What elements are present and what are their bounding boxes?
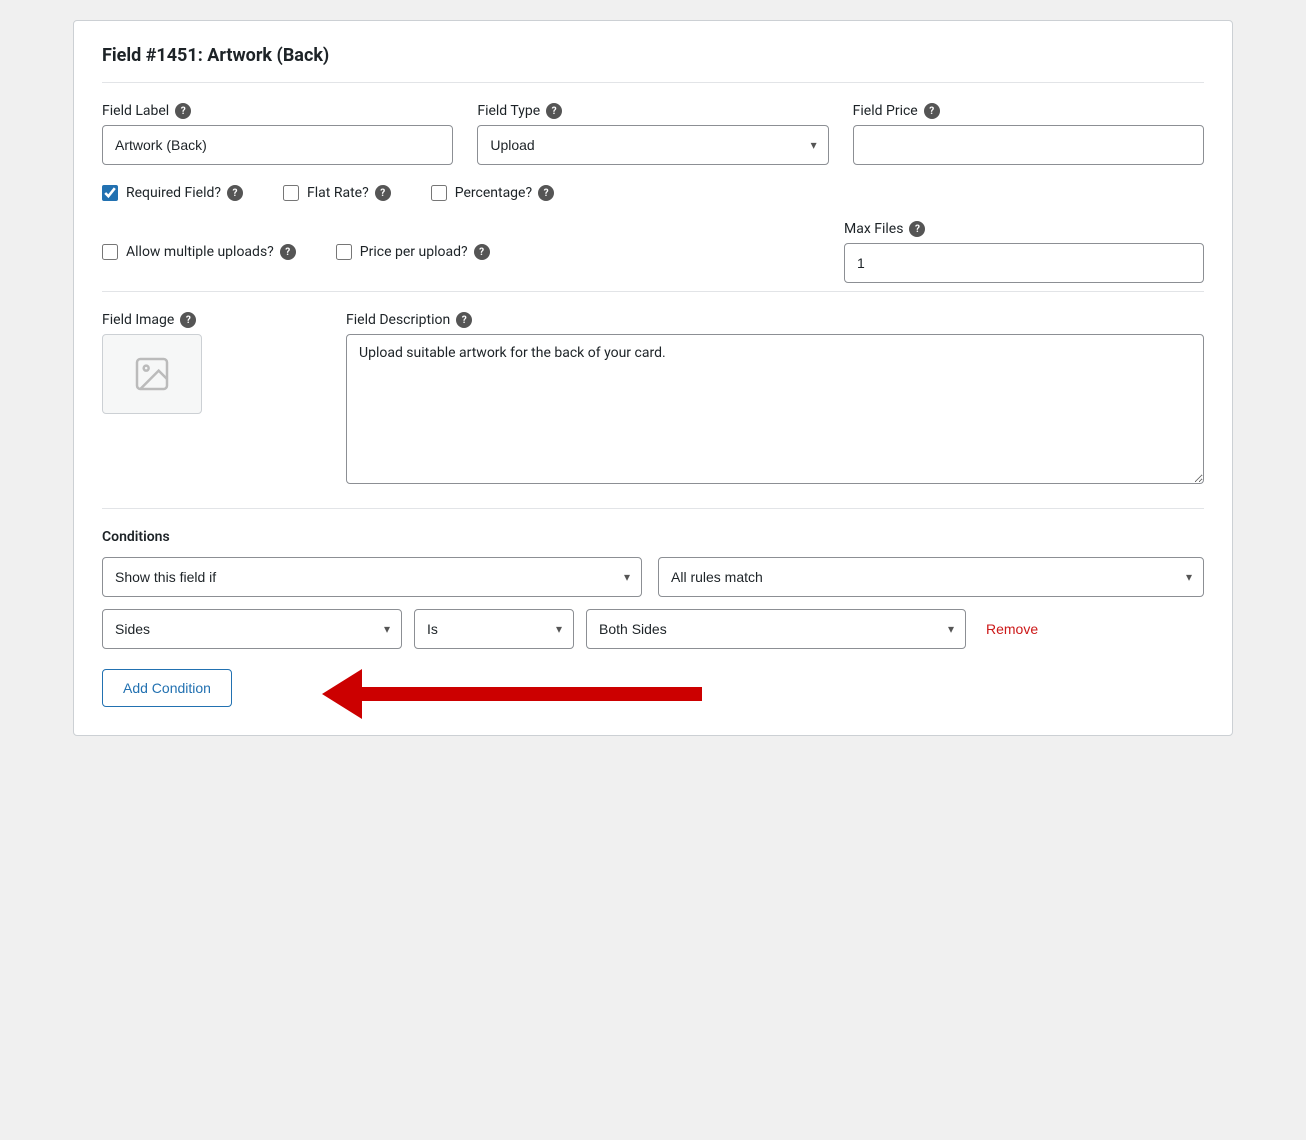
is-select[interactable]: Is Is Not <box>414 609 574 649</box>
is-select-wrapper: Is Is Not ▾ <box>414 609 574 649</box>
field-price-help-icon[interactable]: ? <box>924 103 940 119</box>
max-files-group: Max Files ? <box>844 221 1204 283</box>
price-per-upload-row: Price per upload? ? <box>336 244 490 260</box>
field-price-group: Field Price ? <box>853 103 1204 165</box>
conditions-row-1: Show this field if Hide this field if ▾ … <box>102 557 1204 597</box>
divider-1 <box>102 291 1204 292</box>
field-type-label: Field Type ? <box>477 103 828 119</box>
sides-select-wrapper: Sides Front Only Back Only Both Sides ▾ <box>102 609 402 649</box>
field-image-help-icon[interactable]: ? <box>180 312 196 328</box>
field-description-label: Field Description ? <box>346 312 1204 328</box>
all-rules-match-wrapper: All rules match Any rules match ▾ <box>658 557 1204 597</box>
flat-rate-row: Flat Rate? ? <box>283 185 391 201</box>
flat-rate-label: Flat Rate? ? <box>307 185 391 201</box>
row-checkboxes: Required Field? ? Flat Rate? ? Percentag… <box>102 185 1204 201</box>
flat-rate-checkbox[interactable] <box>283 185 299 201</box>
remove-condition-button[interactable]: Remove <box>978 621 1046 637</box>
show-field-if-wrapper: Show this field if Hide this field if ▾ <box>102 557 642 597</box>
field-price-label: Field Price ? <box>853 103 1204 119</box>
conditions-title: Conditions <box>102 529 1204 545</box>
field-label-group: Field Label ? <box>102 103 453 165</box>
add-condition-button[interactable]: Add Condition <box>102 669 232 707</box>
percentage-row: Percentage? ? <box>431 185 554 201</box>
arrow-shape <box>322 669 702 719</box>
add-condition-area: Add Condition <box>102 669 1204 707</box>
field-image-group: Field Image ? <box>102 312 322 414</box>
image-icon <box>132 354 172 394</box>
price-per-upload-checkbox[interactable] <box>336 244 352 260</box>
field-description-textarea[interactable]: Upload suitable artwork for the back of … <box>346 334 1204 484</box>
field-label-label: Field Label ? <box>102 103 453 119</box>
arrow-svg <box>322 659 702 729</box>
required-field-row: Required Field? ? <box>102 185 243 201</box>
percentage-help-icon[interactable]: ? <box>538 185 554 201</box>
field-image-label: Field Image ? <box>102 312 322 328</box>
required-field-label: Required Field? ? <box>126 185 243 201</box>
sides-select[interactable]: Sides Front Only Back Only Both Sides <box>102 609 402 649</box>
field-price-input[interactable] <box>853 125 1204 165</box>
max-files-input[interactable] <box>844 243 1204 283</box>
max-files-label: Max Files ? <box>844 221 1204 237</box>
card-title: Field #1451: Artwork (Back) <box>102 45 1204 83</box>
field-type-select[interactable]: Upload Text Textarea Select <box>477 125 828 165</box>
field-type-group: Field Type ? Upload Text Textarea Select… <box>477 103 828 165</box>
field-description-group: Field Description ? Upload suitable artw… <box>346 312 1204 484</box>
field-label-help-icon[interactable]: ? <box>175 103 191 119</box>
required-field-checkbox[interactable] <box>102 185 118 201</box>
allow-multiple-row: Allow multiple uploads? ? <box>102 244 296 260</box>
row-image-description: Field Image ? Field Description ? Upload… <box>102 312 1204 484</box>
field-type-help-icon[interactable]: ? <box>546 103 562 119</box>
allow-multiple-checkbox[interactable] <box>102 244 118 260</box>
both-sides-select[interactable]: Both Sides Front Only Back Only <box>586 609 966 649</box>
price-per-upload-help-icon[interactable]: ? <box>474 244 490 260</box>
field-label-input[interactable] <box>102 125 453 165</box>
percentage-checkbox[interactable] <box>431 185 447 201</box>
conditions-section: Conditions Show this field if Hide this … <box>102 529 1204 707</box>
percentage-label: Percentage? ? <box>455 185 554 201</box>
max-files-help-icon[interactable]: ? <box>909 221 925 237</box>
row-uploads: Allow multiple uploads? ? Price per uplo… <box>102 221 1204 283</box>
required-field-help-icon[interactable]: ? <box>227 185 243 201</box>
field-description-help-icon[interactable]: ? <box>456 312 472 328</box>
divider-2 <box>102 508 1204 509</box>
allow-multiple-help-icon[interactable]: ? <box>280 244 296 260</box>
row-field-basics: Field Label ? Field Type ? Upload Text T… <box>102 103 1204 165</box>
flat-rate-help-icon[interactable]: ? <box>375 185 391 201</box>
red-arrow-indicator <box>322 659 702 733</box>
price-per-upload-label: Price per upload? ? <box>360 244 490 260</box>
all-rules-match-select[interactable]: All rules match Any rules match <box>658 557 1204 597</box>
allow-multiple-label: Allow multiple uploads? ? <box>126 244 296 260</box>
both-sides-select-wrapper: Both Sides Front Only Back Only ▾ <box>586 609 966 649</box>
show-field-if-select[interactable]: Show this field if Hide this field if <box>102 557 642 597</box>
field-type-select-wrapper: Upload Text Textarea Select ▾ <box>477 125 828 165</box>
field-editor-card: Field #1451: Artwork (Back) Field Label … <box>73 20 1233 736</box>
field-image-placeholder[interactable] <box>102 334 202 414</box>
conditions-row-2: Sides Front Only Back Only Both Sides ▾ … <box>102 609 1204 649</box>
